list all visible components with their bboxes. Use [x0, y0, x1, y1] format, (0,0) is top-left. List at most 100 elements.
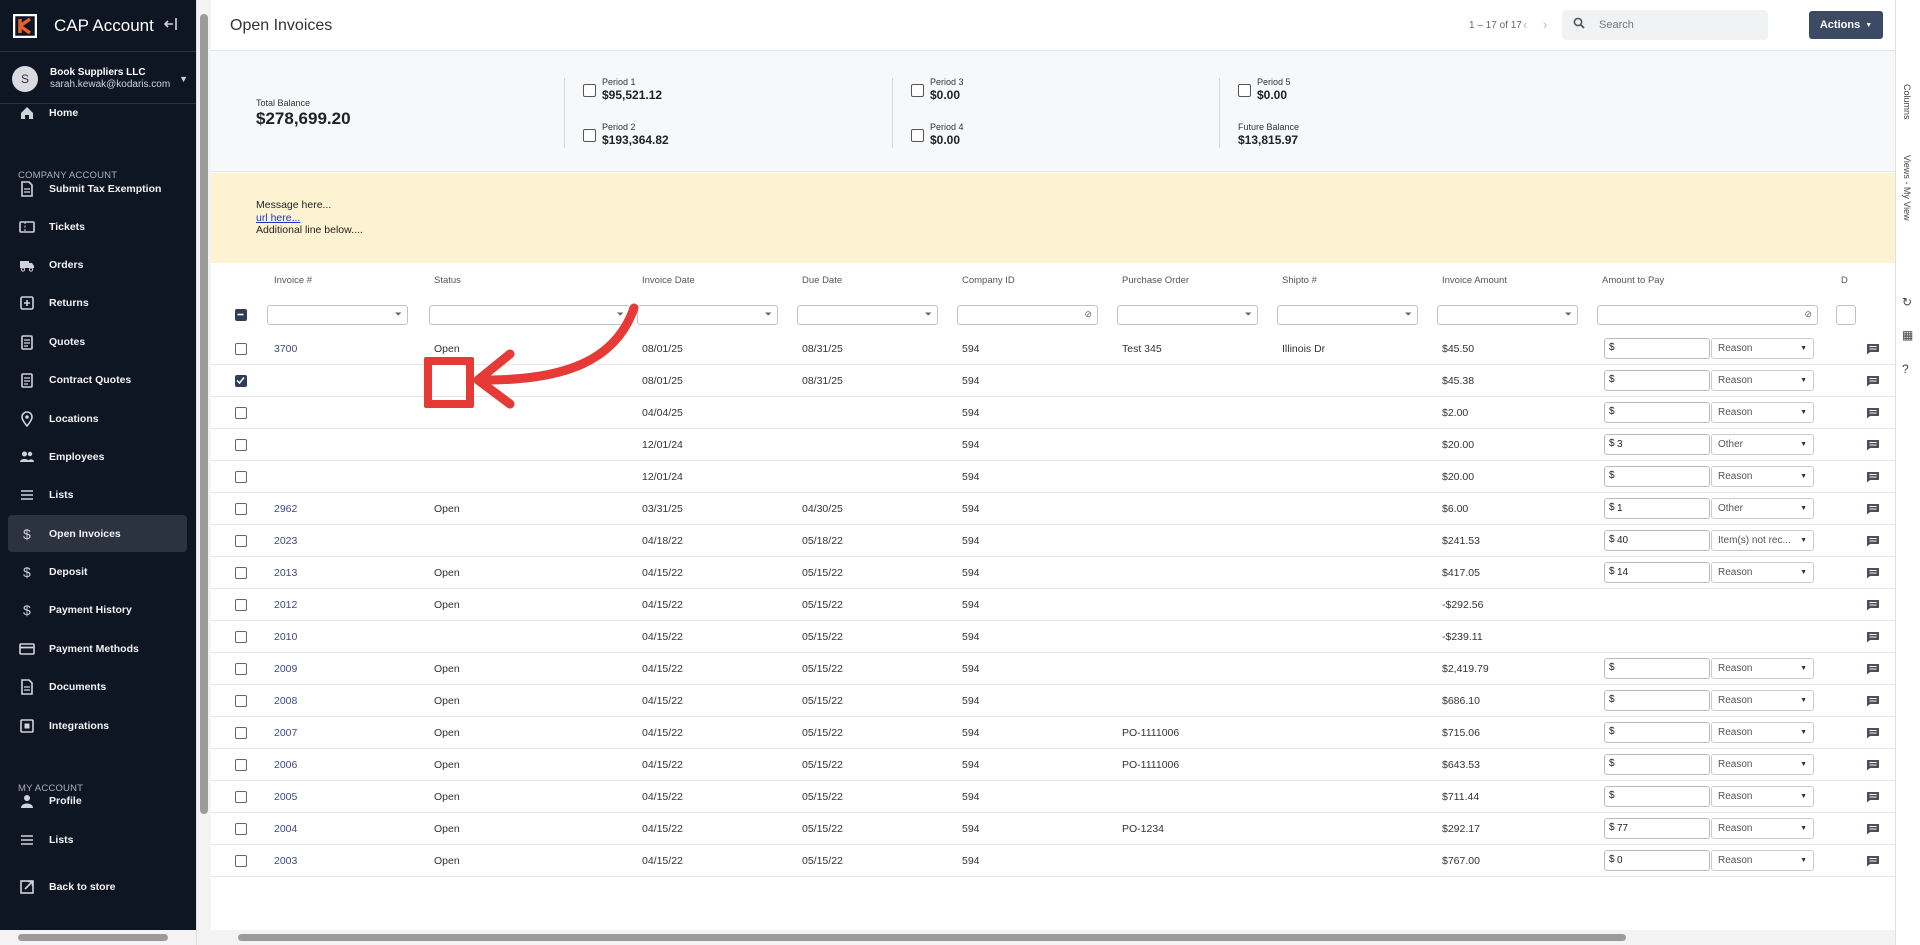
sidebar-item-returns[interactable]: Returns: [8, 284, 187, 321]
amount-to-pay-input[interactable]: $1: [1604, 498, 1710, 519]
row-select-checkbox[interactable]: [235, 343, 247, 355]
amount-to-pay-input[interactable]: $: [1604, 370, 1710, 391]
comment-icon[interactable]: [1866, 566, 1880, 579]
cell-invoice[interactable]: 2962: [274, 503, 297, 515]
cell-invoice[interactable]: 2006: [274, 759, 297, 771]
reason-select[interactable]: Reason ▼: [1711, 338, 1814, 359]
row-select-checkbox[interactable]: [235, 663, 247, 675]
comment-icon[interactable]: [1866, 470, 1880, 483]
select-all-checkbox[interactable]: [235, 309, 247, 321]
cell-invoice[interactable]: 2010: [274, 631, 297, 643]
amount-to-pay-input[interactable]: $: [1604, 786, 1710, 807]
column-header[interactable]: Amount to Pay: [1602, 275, 1664, 286]
table-row[interactable]: 2962 Open 03/31/25 04/30/25 594 $6.00 $1 Other ▼: [211, 493, 1895, 525]
row-select-checkbox[interactable]: [235, 567, 247, 579]
filter-icon[interactable]: ⏷: [395, 309, 402, 320]
column-filter-input[interactable]: ⏷: [637, 305, 778, 325]
cell-invoice[interactable]: 2004: [274, 823, 297, 835]
grid-icon[interactable]: ▦: [1902, 328, 1913, 342]
reason-select[interactable]: Other ▼: [1711, 498, 1814, 519]
search-box[interactable]: [1562, 10, 1768, 40]
column-header[interactable]: Due Date: [802, 275, 842, 286]
next-page-icon[interactable]: ›: [1543, 17, 1547, 32]
cell-invoice[interactable]: 2008: [274, 695, 297, 707]
amount-to-pay-input[interactable]: $40: [1604, 530, 1710, 551]
row-select-checkbox[interactable]: [235, 695, 247, 707]
column-header[interactable]: Status: [434, 275, 461, 286]
table-row[interactable]: 2010 04/15/22 05/15/22 594 -$239.11: [211, 621, 1895, 653]
sidebar-horizontal-scrollbar[interactable]: [0, 930, 196, 945]
filter-icon[interactable]: ⏷: [925, 309, 932, 320]
comment-icon[interactable]: [1866, 854, 1880, 867]
column-filter-input[interactable]: ⏷: [797, 305, 938, 325]
sidebar-scrollbar[interactable]: [196, 0, 211, 945]
table-row[interactable]: 2013 Open 04/15/22 05/15/22 594 $417.05 $14 Rea…: [211, 557, 1895, 589]
comment-icon[interactable]: [1866, 374, 1880, 387]
column-filter-input[interactable]: ⏷: [1437, 305, 1578, 325]
table-row[interactable]: 2007 Open 04/15/22 05/15/22 594 PO-1111006 $71…: [211, 717, 1895, 749]
reason-select[interactable]: Reason ▼: [1711, 370, 1814, 391]
column-header[interactable]: Invoice #: [274, 275, 312, 286]
comment-icon[interactable]: [1866, 726, 1880, 739]
reason-select[interactable]: Reason ▼: [1711, 754, 1814, 775]
column-header[interactable]: Invoice Date: [642, 275, 695, 286]
row-select-checkbox[interactable]: [235, 407, 247, 419]
period-5-checkbox[interactable]: [1238, 84, 1251, 97]
search-input[interactable]: [1599, 19, 1749, 31]
amount-to-pay-input[interactable]: $: [1604, 722, 1710, 743]
table-row[interactable]: 12/01/24 594 $20.00 $3 Other ▼: [211, 429, 1895, 461]
amount-to-pay-input[interactable]: $14: [1604, 562, 1710, 583]
comment-icon[interactable]: [1866, 662, 1880, 675]
sidebar-item-profile[interactable]: Profile: [8, 782, 187, 819]
sidebar-item-home[interactable]: Home: [8, 94, 187, 131]
row-select-checkbox[interactable]: [235, 375, 247, 387]
filter-icon[interactable]: ⊘: [1084, 309, 1092, 320]
column-filter-input[interactable]: ⏷: [267, 305, 408, 325]
row-select-checkbox[interactable]: [235, 599, 247, 611]
period-3-checkbox[interactable]: [911, 84, 924, 97]
sidebar-item-back-to-store[interactable]: Back to store: [8, 868, 187, 905]
filter-icon[interactable]: ⏷: [1565, 309, 1572, 320]
comment-icon[interactable]: [1866, 598, 1880, 611]
cell-invoice[interactable]: 3700: [274, 343, 297, 355]
sidebar-item-lists[interactable]: Lists: [8, 821, 187, 858]
cell-invoice[interactable]: 2005: [274, 791, 297, 803]
row-select-checkbox[interactable]: [235, 727, 247, 739]
period-4-checkbox[interactable]: [911, 129, 924, 142]
row-select-checkbox[interactable]: [235, 823, 247, 835]
amount-to-pay-input[interactable]: $: [1604, 466, 1710, 487]
filter-icon[interactable]: ⊘: [1804, 309, 1812, 320]
table-row[interactable]: 2004 Open 04/15/22 05/15/22 594 PO-1234 $292.1…: [211, 813, 1895, 845]
row-select-checkbox[interactable]: [235, 855, 247, 867]
table-row[interactable]: 2005 Open 04/15/22 05/15/22 594 $711.44 $ Reaso…: [211, 781, 1895, 813]
message-url-link[interactable]: url here...: [256, 212, 300, 224]
comment-icon[interactable]: [1866, 694, 1880, 707]
period-1-checkbox[interactable]: [583, 84, 596, 97]
amount-to-pay-input[interactable]: $: [1604, 690, 1710, 711]
column-filter-input[interactable]: ⊘: [957, 305, 1098, 325]
comment-icon[interactable]: [1866, 822, 1880, 835]
row-select-checkbox[interactable]: [235, 535, 247, 547]
comment-icon[interactable]: [1866, 502, 1880, 515]
comment-icon[interactable]: [1866, 758, 1880, 771]
column-header[interactable]: Purchase Order: [1122, 275, 1189, 286]
cell-invoice[interactable]: 2013: [274, 567, 297, 579]
sidebar-item-open-invoices[interactable]: $ Open Invoices: [8, 515, 187, 552]
reason-select[interactable]: Item(s) not rec... ▼: [1711, 530, 1814, 551]
table-row[interactable]: 2008 Open 04/15/22 05/15/22 594 $686.10 $ Reaso…: [211, 685, 1895, 717]
table-row[interactable]: 2006 Open 04/15/22 05/15/22 594 PO-1111006 $64…: [211, 749, 1895, 781]
reason-select[interactable]: Reason ▼: [1711, 658, 1814, 679]
sidebar-item-deposit[interactable]: $ Deposit: [8, 553, 187, 590]
table-row[interactable]: 12/01/24 594 $20.00 $ Reason ▼: [211, 461, 1895, 493]
column-filter-input[interactable]: ⏷: [1277, 305, 1418, 325]
actions-button[interactable]: Actions ▼: [1809, 11, 1883, 39]
row-select-checkbox[interactable]: [235, 471, 247, 483]
cell-invoice[interactable]: 2012: [274, 599, 297, 611]
reason-select[interactable]: Reason ▼: [1711, 402, 1814, 423]
amount-to-pay-input[interactable]: $: [1604, 402, 1710, 423]
collapse-sidebar-icon[interactable]: [160, 17, 182, 35]
sidebar-item-integrations[interactable]: Integrations: [8, 707, 187, 744]
refresh-icon[interactable]: ↻: [1902, 295, 1912, 309]
help-icon[interactable]: ?: [1902, 362, 1909, 376]
comment-icon[interactable]: [1866, 438, 1880, 451]
